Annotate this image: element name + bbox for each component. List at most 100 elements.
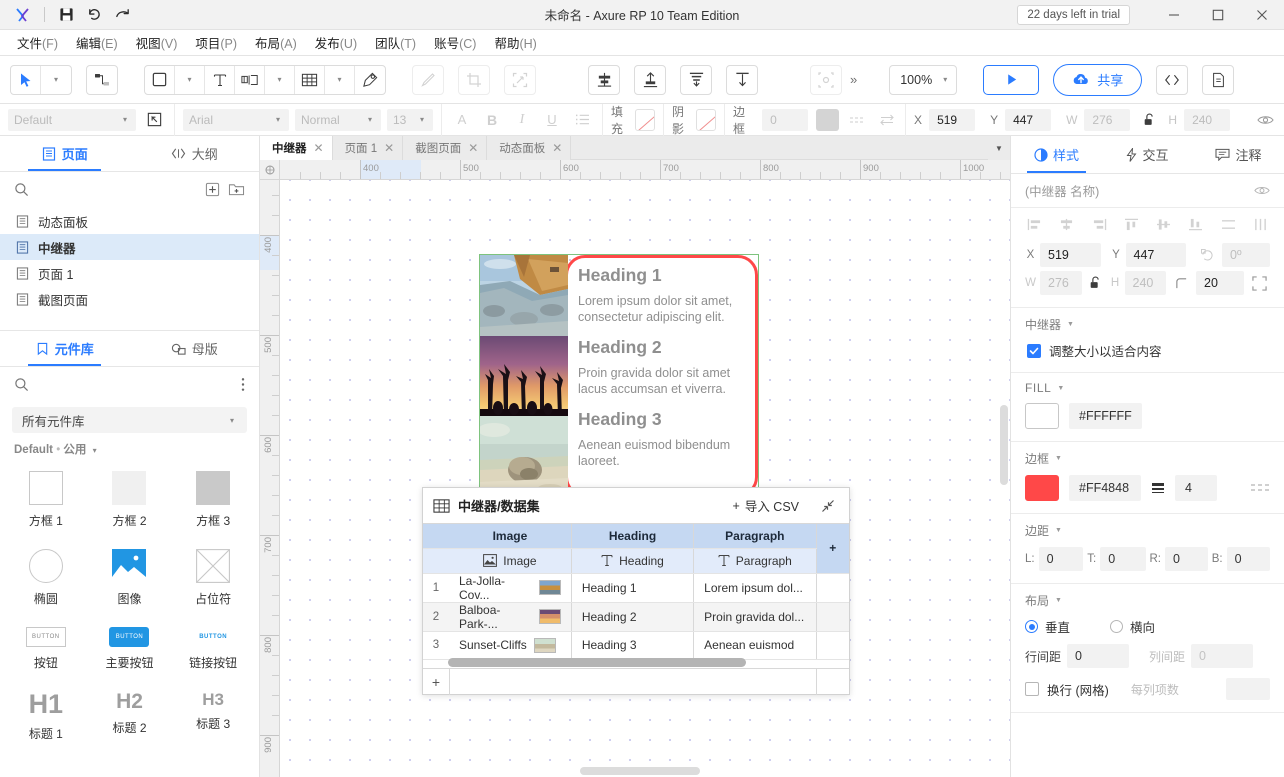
widget-heading-1[interactable]: H1 标题 1 — [4, 683, 88, 752]
text-tool-icon[interactable] — [205, 65, 235, 94]
page-tab-repeater[interactable]: 中继器 ✕ — [260, 136, 333, 160]
table-tool-icon[interactable] — [295, 65, 325, 94]
padding-left-field[interactable]: 0 — [1038, 547, 1084, 571]
widget-primary-button[interactable]: BUTTON 主要按钮 — [88, 619, 172, 681]
more-vertical-icon[interactable] — [241, 377, 245, 392]
distribute-vertical-icon[interactable] — [1253, 218, 1268, 231]
document-icon[interactable] — [1202, 64, 1235, 95]
menu-project[interactable]: 项目(P) — [186, 29, 246, 56]
vertical-ruler[interactable]: 400 500 600 700 800 900 — [260, 180, 280, 777]
pen-tool-icon[interactable] — [355, 66, 385, 94]
connector-tool-icon[interactable] — [86, 64, 118, 95]
border-color-swatch[interactable] — [816, 108, 839, 131]
search-icon[interactable] — [14, 377, 29, 392]
save-icon[interactable] — [53, 3, 79, 27]
padding-section-title[interactable]: 边距 ▼ — [1025, 522, 1270, 539]
h-field[interactable]: 240 — [1124, 271, 1166, 295]
column-type-paragraph[interactable]: Paragraph — [693, 548, 817, 574]
close-icon[interactable]: ✕ — [314, 141, 324, 155]
tab-interaction[interactable]: 交互 — [1102, 136, 1193, 173]
axure-x-icon[interactable] — [10, 3, 36, 27]
tab-outline[interactable]: 大纲 — [130, 136, 260, 171]
add-column-button[interactable]: + — [816, 524, 849, 574]
cell-paragraph[interactable]: Aenean euismod — [693, 631, 817, 660]
underline-icon[interactable]: U — [540, 108, 564, 132]
maximize-icon[interactable] — [1196, 0, 1240, 30]
menu-layout[interactable]: 布局(A) — [246, 29, 306, 56]
close-icon[interactable] — [1240, 0, 1284, 30]
menu-team[interactable]: 团队(T) — [366, 29, 425, 56]
bullet-list-icon[interactable] — [570, 108, 594, 132]
widget-name-field[interactable]: (中继器 名称) — [1011, 174, 1284, 208]
page-item-page-1[interactable]: 页面 1 — [0, 260, 259, 286]
page-item-repeater[interactable]: 中继器 — [0, 234, 259, 260]
widget-heading-2[interactable]: H2 标题 2 — [88, 683, 172, 752]
redo-icon[interactable] — [109, 3, 135, 27]
border-hex-field[interactable]: #FF4848 — [1069, 475, 1141, 501]
style-picker-icon[interactable] — [142, 108, 166, 132]
bold-icon[interactable]: B — [480, 108, 504, 132]
tab-library[interactable]: 元件库 — [0, 331, 130, 366]
menu-help[interactable]: 帮助(H) — [485, 29, 545, 56]
bring-front-icon[interactable] — [726, 64, 758, 95]
snapshot-tool-icon[interactable] — [235, 65, 265, 94]
col-gap-field[interactable]: 0 — [1191, 644, 1254, 668]
search-icon[interactable] — [14, 182, 29, 197]
widget-button[interactable]: BUTTON 按钮 — [4, 619, 88, 681]
h-field[interactable]: 240 — [1184, 108, 1231, 131]
border-section-title[interactable]: 边框 ▼ — [1025, 450, 1270, 467]
share-button[interactable]: 共享 — [1053, 63, 1143, 96]
fill-swatch[interactable] — [635, 108, 656, 131]
widget-heading-3[interactable]: H3 标题 3 — [171, 683, 255, 752]
padding-top-field[interactable]: 0 — [1100, 547, 1146, 571]
widget-ellipse[interactable]: 椭圆 — [4, 541, 88, 617]
corner-sides-icon[interactable] — [1248, 275, 1270, 291]
toolbar-overflow-icon[interactable]: » — [842, 72, 863, 87]
align-middle-icon[interactable] — [1156, 218, 1171, 231]
items-per-col-field[interactable] — [1226, 678, 1270, 700]
tab-pages[interactable]: 页面 — [0, 136, 130, 171]
layout-horizontal-radio[interactable]: 横向 — [1110, 617, 1155, 636]
add-row-button[interactable]: + — [423, 674, 449, 690]
library-select[interactable]: 所有元件库 ▾ — [12, 407, 247, 433]
padding-right-field[interactable]: 0 — [1165, 547, 1208, 571]
add-folder-icon[interactable] — [228, 182, 245, 197]
close-icon[interactable]: ✕ — [468, 141, 478, 155]
cell-image[interactable]: Balboa-Park-... — [449, 602, 572, 632]
row-gap-field[interactable]: 0 — [1067, 644, 1130, 668]
corner-radius-field[interactable]: 20 — [1196, 271, 1244, 295]
page-item-screenshot[interactable]: 截图页面 — [0, 286, 259, 312]
fit-content-checkbox-row[interactable]: 调整大小以适合内容 — [1025, 341, 1270, 360]
layout-section-title[interactable]: 布局 ▼ — [1025, 592, 1270, 609]
cell-paragraph[interactable]: Proin gravida dol... — [693, 602, 817, 632]
canvas-vertical-scrollbar[interactable] — [1000, 405, 1008, 485]
page-tab-page-1[interactable]: 页面 1 ✕ — [332, 136, 404, 160]
menu-edit[interactable]: 编辑(E) — [67, 29, 127, 56]
border-color-swatch[interactable] — [1025, 475, 1059, 501]
fill-hex-field[interactable]: #FFFFFF — [1069, 403, 1142, 429]
rectangle-tool-icon[interactable] — [145, 65, 175, 94]
transform-icon[interactable] — [504, 64, 536, 95]
menu-publish[interactable]: 发布(U) — [306, 29, 366, 56]
border-width-field[interactable]: 4 — [1175, 475, 1217, 501]
fill-color-swatch[interactable] — [1025, 403, 1059, 429]
repeater-widget[interactable]: Heading 1 Lorem ipsum dolor sit amet, co… — [479, 254, 759, 498]
font-weight-select[interactable]: Normal ▾ — [295, 108, 381, 131]
fill-section-title[interactable]: FILL ▼ — [1025, 381, 1270, 395]
cell-image[interactable]: Sunset-Cliffs — [449, 631, 572, 660]
widget-placeholder[interactable]: 占位符 — [171, 541, 255, 617]
format-painter-icon[interactable] — [412, 64, 444, 95]
page-tab-dropdown-icon[interactable]: ▼ — [988, 136, 1010, 160]
cell-paragraph[interactable]: Lorem ipsum dol... — [693, 573, 817, 603]
snapshot-tool-dropdown[interactable]: ▾ — [265, 65, 295, 94]
stroke-weight-icon[interactable] — [1151, 481, 1165, 495]
dataset-horizontal-scrollbar[interactable] — [448, 658, 746, 667]
shadow-swatch[interactable] — [696, 108, 717, 131]
border-dash-icon[interactable] — [847, 108, 868, 132]
column-type-heading[interactable]: Heading — [571, 548, 695, 574]
menu-file[interactable]: 文件(F) — [8, 29, 67, 56]
rotation-field[interactable]: 0º — [1222, 243, 1270, 267]
italic-icon[interactable]: I — [510, 108, 534, 132]
align-right-icon[interactable] — [1092, 218, 1107, 231]
library-breadcrumb[interactable]: Default • 公用 ▾ — [0, 437, 259, 463]
